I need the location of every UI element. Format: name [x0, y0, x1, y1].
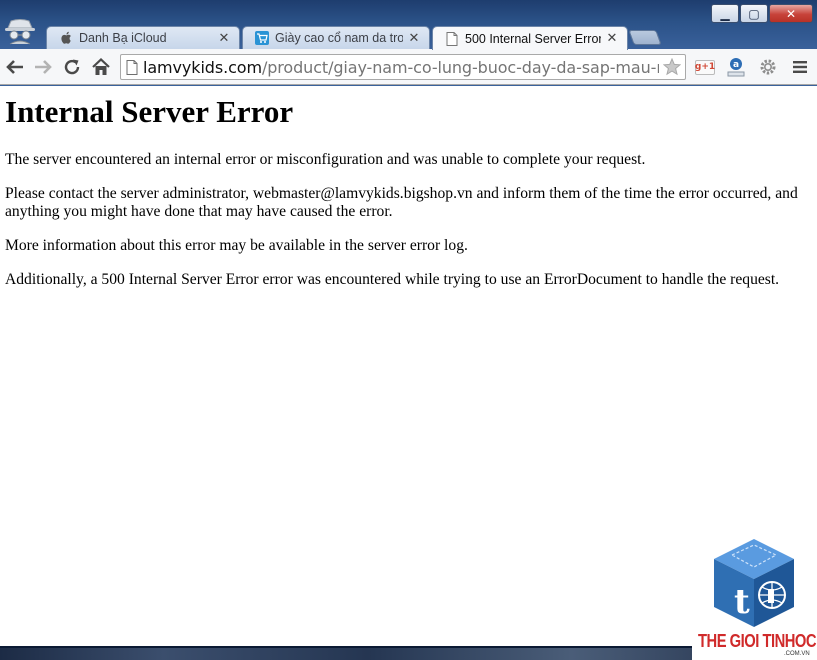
amazon-extension-icon[interactable]: a	[724, 55, 748, 79]
tab-strip: Danh Bạ iCloud ✕ Giày cao cổ nam da trơn…	[46, 26, 686, 50]
minimize-button[interactable]: ▁	[711, 4, 739, 23]
watermark-domain: .COM.VN	[784, 651, 810, 657]
back-arrow-icon[interactable]	[3, 55, 27, 79]
page-info-icon[interactable]	[121, 55, 143, 79]
contact-admin-paragraph: Please contact the server administrator,…	[5, 185, 798, 220]
tab-danh-ba-icloud[interactable]: Danh Bạ iCloud ✕	[46, 26, 240, 49]
tab-title: 500 Internal Server Error	[465, 31, 601, 46]
menu-hamburger-icon[interactable]	[788, 55, 812, 79]
svg-text:a: a	[733, 60, 739, 70]
google-plus-one-icon[interactable]: g+1	[693, 55, 717, 79]
error-message-paragraph: The server encountered an internal error…	[5, 151, 646, 168]
error-document-paragraph: Additionally, a 500 Internal Server Erro…	[5, 271, 780, 288]
url-text[interactable]: lamvykids.com/product/giay-nam-co-lung-b…	[143, 58, 659, 77]
tab-close-icon[interactable]: ✕	[407, 31, 421, 46]
cube-logo-icon: t	[714, 539, 794, 627]
url-path: /product/giay-nam-co-lung-buoc-day-da-sa…	[261, 57, 659, 77]
bookmark-star-icon[interactable]	[659, 58, 685, 76]
tab-title: Giày cao cổ nam da trơn I	[275, 31, 403, 45]
error-log-paragraph: More information about this error may be…	[5, 237, 468, 254]
shopping-cart-icon	[255, 31, 269, 45]
home-icon[interactable]	[89, 55, 113, 79]
browser-frame: ▁ ▢ ✕ Danh Bạ iCloud ✕ Giày cao cổ nam d…	[0, 0, 817, 86]
gplus-label: g+1	[695, 59, 715, 75]
watermark-logo: t THE GIOI TINHOC .COM.VN	[692, 535, 817, 660]
address-bar[interactable]: lamvykids.com/product/giay-nam-co-lung-b…	[120, 54, 686, 80]
forward-arrow-icon[interactable]	[31, 55, 55, 79]
tab-close-icon[interactable]: ✕	[217, 31, 231, 46]
page-icon	[445, 31, 459, 46]
svg-text:t: t	[734, 582, 750, 622]
settings-gear-extension-icon[interactable]	[756, 55, 780, 79]
window-controls: ▁ ▢ ✕	[710, 4, 813, 23]
tab-close-icon[interactable]: ✕	[605, 31, 619, 46]
new-tab-button[interactable]	[628, 30, 662, 45]
toolbar: lamvykids.com/product/giay-nam-co-lung-b…	[0, 49, 817, 85]
apple-icon	[59, 31, 73, 45]
url-host: lamvykids.com	[143, 57, 262, 77]
watermark-brand: THE GIOI TINHOC	[698, 631, 817, 651]
incognito-icon	[2, 16, 38, 46]
page-title: Internal Server Error	[5, 94, 294, 129]
tab-giay-cao-co[interactable]: Giày cao cổ nam da trơn I ✕	[242, 26, 430, 49]
maximize-button[interactable]: ▢	[740, 4, 768, 23]
tab-500-internal-server-error[interactable]: 500 Internal Server Error ✕	[432, 26, 628, 50]
tab-title: Danh Bạ iCloud	[79, 31, 167, 45]
reload-icon[interactable]	[60, 55, 84, 79]
close-window-button[interactable]: ✕	[769, 4, 813, 23]
